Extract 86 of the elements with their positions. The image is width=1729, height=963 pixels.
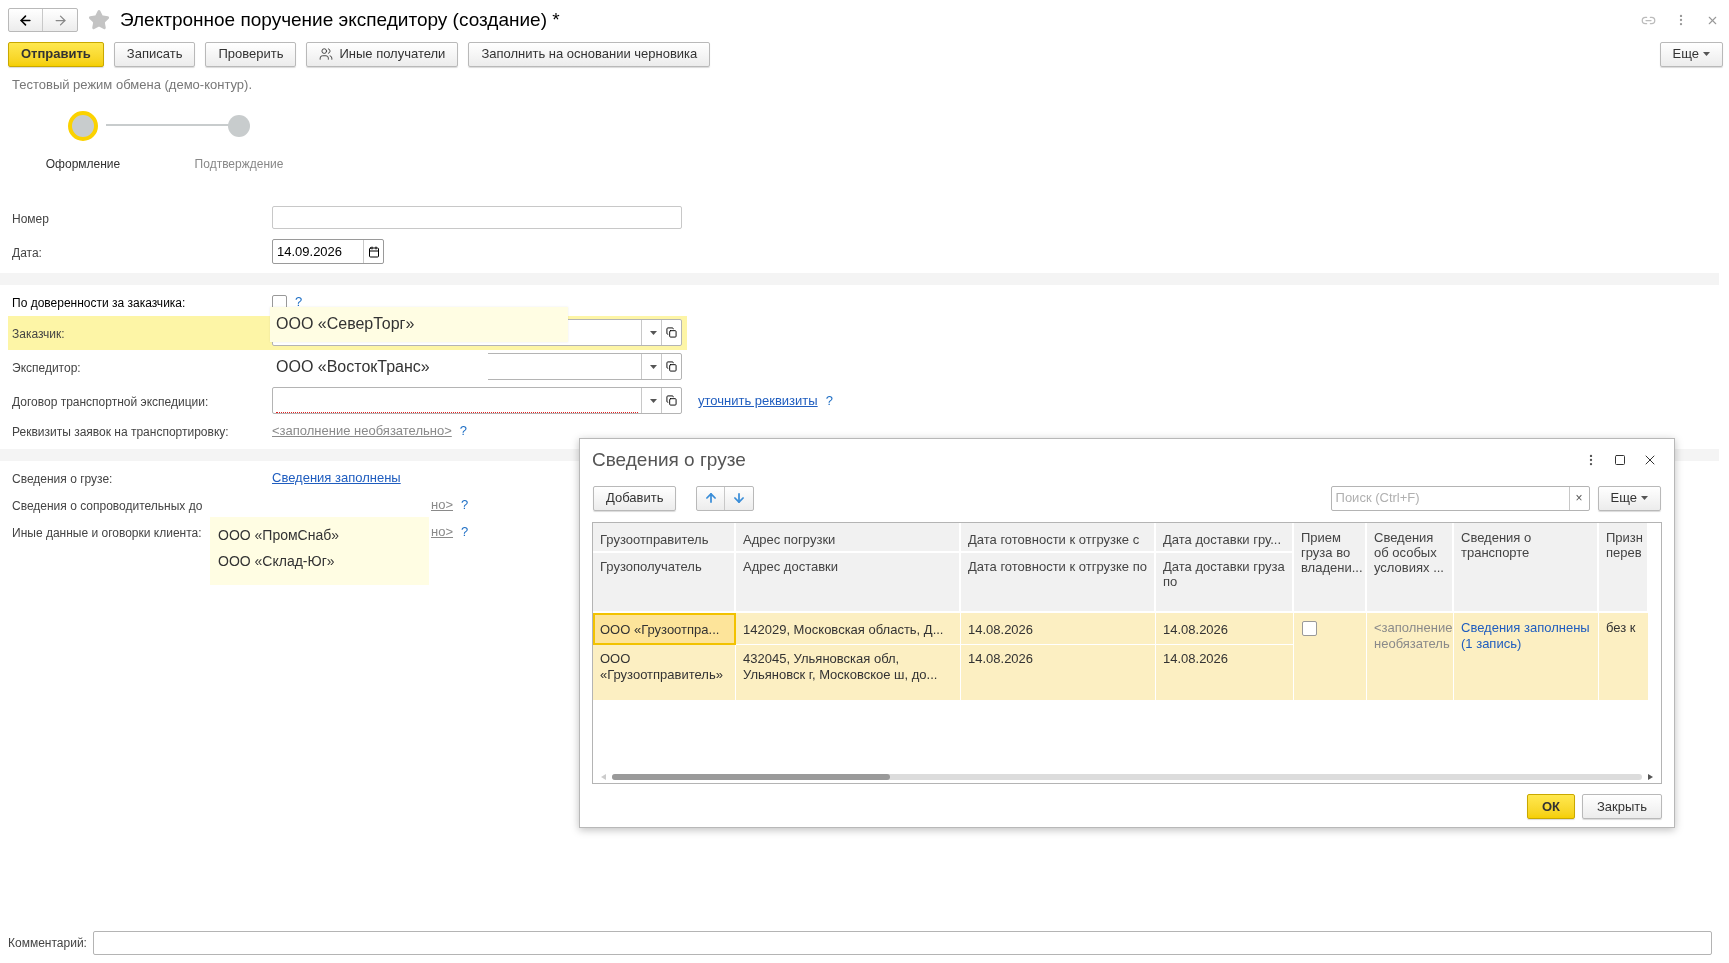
test-mode-notice: Тестовый режим обмена (демо-контур). <box>11 76 253 94</box>
column-header[interactable]: Грузоотправитель <box>593 523 736 553</box>
table-cell: ООО «Грузоотправитель» <box>593 645 736 700</box>
open-icon <box>666 361 677 372</box>
maximize-icon[interactable] <box>1614 454 1626 466</box>
column-header[interactable]: Сведения об особых условиях ... <box>1367 523 1454 613</box>
comment-label: Комментарий: <box>8 935 87 952</box>
dialog-title: Сведения о грузе <box>592 447 747 472</box>
help-link[interactable]: ? <box>461 495 469 515</box>
ok-button[interactable]: ОК <box>1526 794 1575 819</box>
caret-icon <box>1703 52 1710 56</box>
field-link[interactable]: Сведения заполнены <box>272 468 401 488</box>
field-link[interactable]: но> <box>431 495 453 515</box>
column-header[interactable]: Адрес доставки <box>736 553 961 613</box>
caret-icon <box>1641 496 1648 500</box>
table-cell: 432045, Ульяновская обл, Ульяновск г, Московское ш, до... <box>736 645 961 700</box>
column-header[interactable]: Сведения о транспорте <box>1454 523 1599 613</box>
select-field[interactable] <box>272 387 682 414</box>
value-tooltip: ООО «СеверТорг» <box>270 307 568 342</box>
more-button[interactable]: Еще <box>1659 41 1723 67</box>
comment-field[interactable] <box>92 931 1712 955</box>
table-cell: 14.08.2026 <box>1156 645 1294 700</box>
open-icon <box>666 395 677 406</box>
close-button[interactable]: Закрыть <box>1581 794 1662 819</box>
toolbar-button[interactable]: Записать <box>113 41 196 67</box>
field-label: Сведения о грузе: <box>12 472 113 486</box>
calendar-icon <box>367 245 380 258</box>
toolbar-button[interactable]: Иные получатели <box>306 41 459 67</box>
field-label: По доверенности за заказчика: <box>12 296 186 310</box>
clear-search-button[interactable]: × <box>1568 486 1589 510</box>
field-label: Экспедитор: <box>12 360 81 375</box>
field-label: Номер <box>12 211 49 226</box>
table-cell: 14.08.2026 <box>961 645 1156 700</box>
step-label: Оформление <box>45 155 121 173</box>
more-button[interactable]: Еще <box>1597 485 1661 511</box>
help-link[interactable]: ? <box>459 421 467 441</box>
column-header[interactable]: Дата готовности к отгрузке с <box>961 523 1156 553</box>
dropdown-caret-icon <box>650 330 657 335</box>
dropdown-caret-icon <box>650 364 657 369</box>
table-link[interactable]: Сведения заполнены (1 запись) <box>1454 613 1599 700</box>
field-label: Дата: <box>12 245 42 260</box>
field-value: ООО «ВостокТранс» <box>272 352 488 382</box>
column-header[interactable]: Прием груза во владени... <box>1294 523 1367 613</box>
scroll-right-icon[interactable] <box>1648 773 1653 780</box>
column-header[interactable]: Дата доставки груза по <box>1156 553 1294 613</box>
toolbar-button[interactable]: Добавить <box>593 485 677 511</box>
scroll-left-icon[interactable] <box>601 773 606 780</box>
details-link[interactable]: уточнить реквизиты <box>698 390 818 411</box>
send-button[interactable]: Отправить <box>8 41 104 67</box>
table-cell: 14.08.2026 <box>1156 613 1294 645</box>
field-label: Иные данные и оговорки клиента: <box>12 526 202 540</box>
column-header[interactable]: Призн перев <box>1599 523 1649 613</box>
help-link[interactable]: ? <box>825 390 833 411</box>
column-header[interactable]: Дата готовности к отгрузке по <box>961 553 1156 613</box>
back-arrow-icon <box>18 12 33 28</box>
select-field[interactable]: ООО «ВостокТранс» <box>272 353 682 380</box>
toolbar-button[interactable]: Заполнить на основании черновика <box>468 41 711 67</box>
table-cell: ООО «Грузоотпра... <box>593 613 736 645</box>
date-field[interactable]: 14.09.2026 <box>272 239 384 264</box>
step-label: Подтверждение <box>194 155 284 173</box>
field-link[interactable]: но> <box>431 522 453 542</box>
column-header[interactable]: Адрес погрузки <box>736 523 961 553</box>
table-cell: 142029, Московская область, Д... <box>736 613 961 645</box>
dropdown-caret-icon <box>650 398 657 403</box>
column-header[interactable]: Дата доставки гру... <box>1156 523 1294 553</box>
field-label: Заказчик: <box>12 326 65 341</box>
suggestion-item[interactable]: ООО «ПромСнаб» <box>210 522 429 548</box>
field-label: Сведения о сопроводительных до <box>12 499 203 513</box>
star-icon[interactable] <box>88 9 110 31</box>
field-link[interactable]: <заполнение необязательно> <box>272 421 452 441</box>
users-icon <box>319 47 334 61</box>
toolbar-button[interactable]: Проверить <box>205 41 297 67</box>
table-cell: 14.08.2026 <box>961 613 1156 645</box>
field-label: Договор транспортной экспедиции: <box>12 394 209 409</box>
table-checkbox[interactable] <box>1302 621 1317 636</box>
suggestion-item[interactable]: ООО «Склад-Юг» <box>210 548 429 574</box>
open-icon <box>666 327 677 338</box>
search-field[interactable]: Поиск (Ctrl+F) × <box>1330 485 1590 511</box>
field-label: Реквизиты заявок на транспортировку: <box>12 425 229 439</box>
number-field[interactable] <box>272 206 682 229</box>
horizontal-scrollbar[interactable] <box>601 773 1653 780</box>
table-cell: без к <box>1599 613 1649 700</box>
window-title: Электронное поручение экспедитору (создание) * <box>120 7 560 32</box>
table-cell: <заполнение необязатель <box>1367 613 1454 700</box>
column-header[interactable]: Грузополучатель <box>593 553 736 613</box>
help-link[interactable]: ? <box>461 522 469 542</box>
